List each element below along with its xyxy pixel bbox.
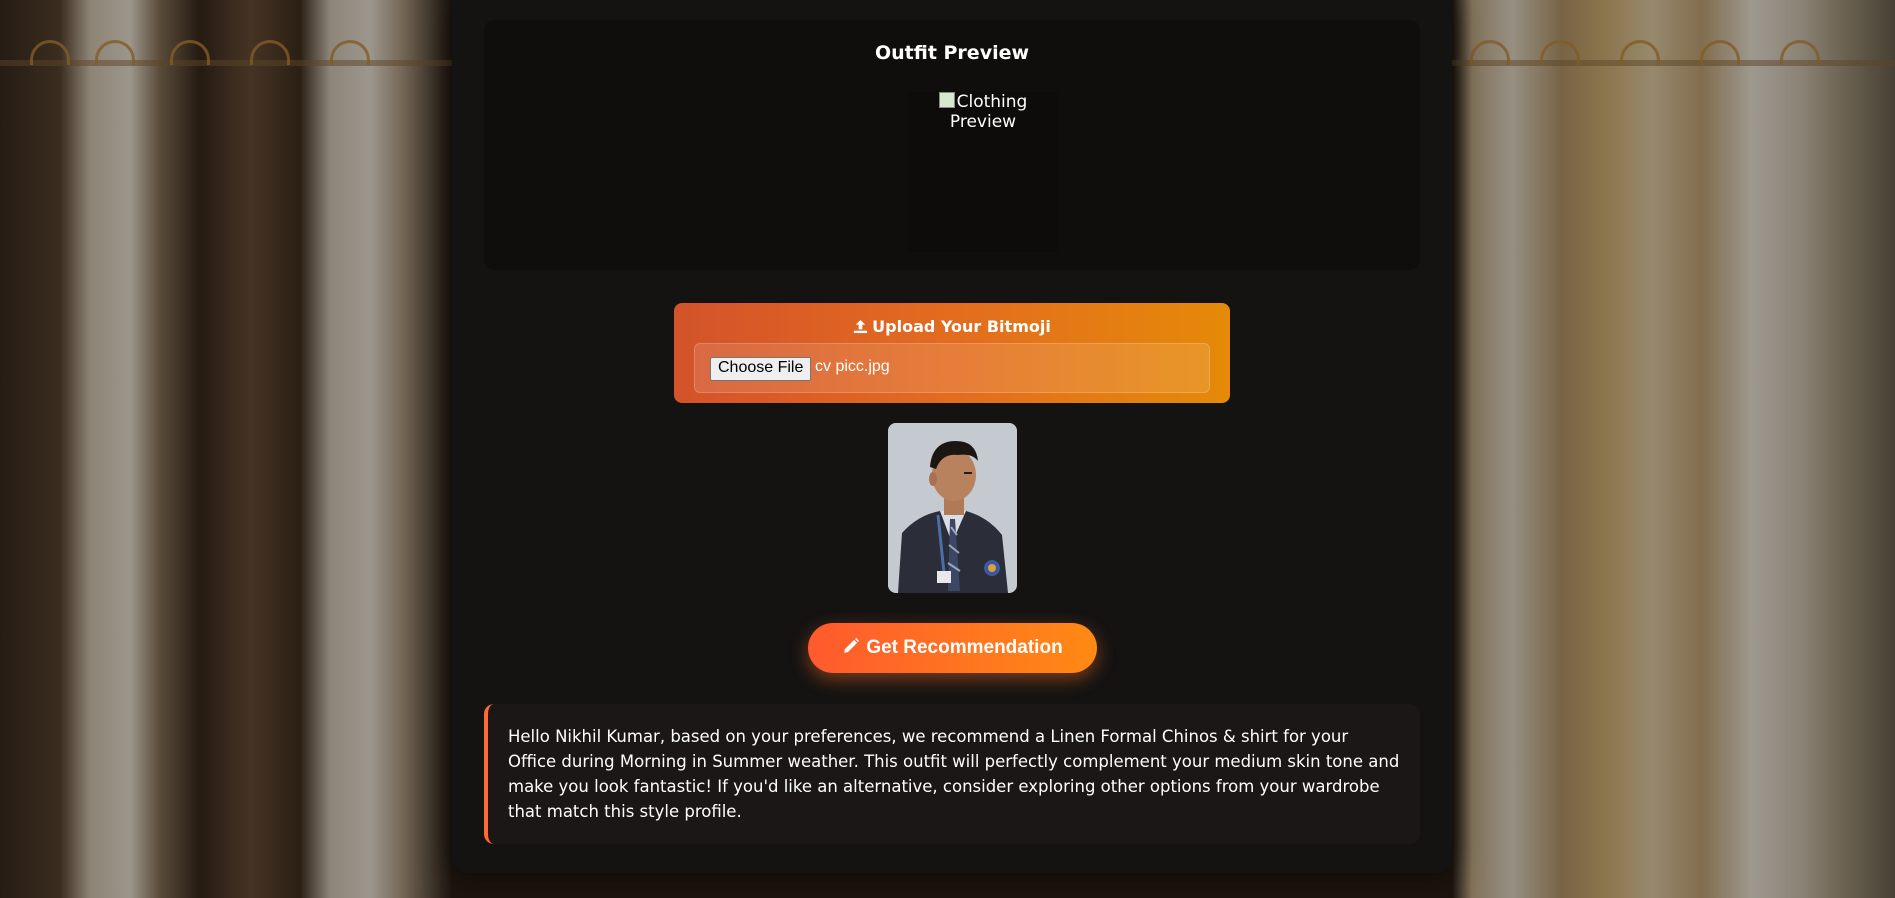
recommendation-text: Hello Nikhil Kumar, based on your prefer… <box>508 727 1400 821</box>
recommendation-result: Hello Nikhil Kumar, based on your prefer… <box>484 704 1420 844</box>
upload-bitmoji-card: Upload Your Bitmoji Choose File cv picc.… <box>674 303 1230 403</box>
broken-image-icon <box>938 92 955 108</box>
main-panel: Outfit Preview Clothing Preview Upload Y… <box>452 0 1452 873</box>
pencil-icon <box>842 637 860 659</box>
upload-icon <box>853 318 868 336</box>
clothing-preview-alt: Clothing Preview <box>949 92 1028 132</box>
avatar <box>888 423 1017 593</box>
file-input[interactable]: Choose File cv picc.jpg <box>694 343 1210 393</box>
get-recommendation-label: Get Recommendation <box>866 637 1063 658</box>
get-recommendation-button[interactable]: Get Recommendation <box>808 623 1097 673</box>
choose-file-button[interactable]: Choose File <box>710 357 812 381</box>
selected-file-name: cv picc.jpg <box>815 358 890 375</box>
outfit-preview-card: Outfit Preview Clothing Preview <box>484 20 1420 270</box>
upload-title-label: Upload Your Bitmoji <box>872 317 1051 336</box>
outfit-preview-title: Outfit Preview <box>874 42 1030 64</box>
upload-title: Upload Your Bitmoji <box>674 317 1230 336</box>
clothing-preview-image: Clothing Preview <box>908 92 1058 252</box>
